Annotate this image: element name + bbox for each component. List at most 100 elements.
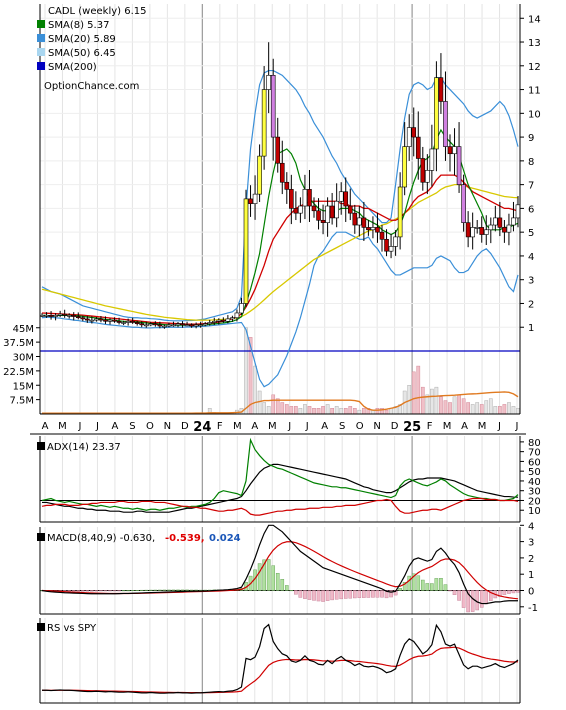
volume-bar — [316, 408, 321, 415]
macd-histogram-bar — [103, 590, 108, 592]
candle-body — [134, 322, 140, 324]
macd-histogram-bar — [194, 589, 198, 591]
macd-tick-label: 3 — [528, 538, 534, 549]
macd-histogram-bar — [117, 590, 121, 592]
volume-bar — [298, 408, 303, 415]
candle-body — [275, 136, 281, 164]
macd-histogram-bar — [339, 590, 344, 600]
candle-body — [75, 316, 81, 319]
chart-svg: A M J J A S O N D 24 F M A M J J A S O N D 25 F M A M J J1234567891… — [0, 0, 566, 706]
volume-tick-label: 37.5M — [3, 338, 34, 349]
x-tick-label: J — [497, 421, 501, 432]
x-tick-label: A — [321, 421, 328, 432]
volume-bar — [502, 404, 507, 415]
macd-histogram-bar — [71, 590, 76, 592]
macd-tick-label: 1 — [528, 570, 534, 581]
candle-body — [347, 205, 353, 214]
adx-tick-label: 30 — [528, 487, 541, 498]
macd-histogram-bar — [85, 590, 90, 592]
volume-bar — [434, 386, 439, 415]
x-tick-label: J — [95, 421, 99, 432]
macd-histogram-bar — [176, 589, 180, 591]
volume-bar — [470, 404, 475, 415]
candle-body — [302, 189, 308, 207]
candle-body — [207, 322, 213, 324]
candle-body — [352, 212, 358, 226]
candle-body — [298, 205, 303, 214]
macd-tick-label: 0 — [528, 587, 534, 598]
candle-body — [316, 210, 321, 221]
macd-histogram-bar — [430, 583, 434, 591]
candle-body — [116, 320, 122, 323]
macd-histogram-bar — [353, 590, 357, 599]
candle-body — [202, 323, 208, 326]
volume-bar — [420, 386, 425, 415]
candle-body — [166, 324, 172, 327]
price-tick-label: 5 — [528, 228, 534, 239]
candle-body — [438, 77, 444, 102]
volume-bar — [375, 408, 380, 415]
volume-bar — [330, 408, 334, 415]
adx-title: ADX(14) 23.37 — [47, 442, 121, 453]
volume-bar — [461, 398, 466, 415]
macd-histogram-bar — [144, 589, 149, 591]
price-tick-label: 8 — [528, 157, 534, 168]
sma200-legend: SMA(200) — [48, 62, 97, 73]
volume-bar — [334, 406, 339, 415]
volume-bar — [493, 406, 498, 415]
rs-title: RS vs SPY — [47, 623, 97, 634]
volume-tick-label: 22.5M — [3, 367, 34, 378]
sma8-swatch — [37, 20, 45, 28]
x-tick-label: F — [217, 421, 223, 432]
candle-body — [248, 198, 253, 204]
candle-body — [515, 204, 521, 219]
volume-bar — [475, 402, 480, 415]
candle-body — [511, 217, 516, 226]
candle-body — [39, 315, 45, 317]
volume-bar — [307, 406, 312, 415]
macd-histogram-bar — [343, 590, 348, 599]
candle-body — [216, 319, 222, 322]
candle-body — [225, 318, 231, 322]
macd-histogram-bar — [171, 589, 176, 591]
macd-histogram-bar — [516, 590, 520, 593]
x-tick-label: M — [58, 421, 67, 432]
x-tick-label: 24 — [193, 420, 211, 435]
macd-histogram-bar — [375, 590, 380, 598]
x-tick-label: A — [42, 421, 49, 432]
macd-histogram-bar — [130, 590, 135, 592]
volume-bar — [325, 404, 330, 415]
adx-legend: ADX(14) 23.37 — [37, 442, 121, 453]
macd-histogram-bar — [307, 590, 312, 600]
candle-body — [243, 198, 249, 304]
adx-tick-label: 70 — [528, 448, 541, 459]
macd-histogram-bar — [121, 590, 126, 592]
candle-body — [193, 324, 199, 327]
candle-body — [456, 146, 462, 185]
macd-histogram-bar — [289, 590, 294, 592]
macd-histogram-bar — [475, 590, 480, 611]
macd-histogram-bar — [298, 590, 303, 598]
macd-signal-value: -0.539, — [165, 533, 205, 544]
candle-body — [85, 318, 90, 321]
candle-body — [175, 323, 181, 326]
x-tick-label: S — [129, 421, 135, 432]
volume-bar — [289, 406, 294, 415]
volume-bar — [362, 408, 366, 415]
macd-histogram-bar — [108, 590, 112, 592]
volume-bar — [457, 394, 461, 415]
volume-bar — [339, 408, 344, 415]
price-tick-label: 3 — [528, 276, 534, 287]
candle-body — [157, 324, 163, 327]
macd-histogram-bar — [158, 589, 162, 591]
volume-bar — [357, 409, 362, 415]
candle-body — [270, 75, 276, 138]
macd-histogram-bar — [139, 589, 144, 591]
x-tick-label: J — [305, 421, 309, 432]
candle-body — [325, 205, 330, 223]
volume-bar — [384, 409, 389, 415]
macd-histogram-bar — [135, 590, 140, 591]
candle-body — [479, 227, 485, 235]
candle-body — [162, 325, 167, 328]
macd-histogram-bar — [94, 590, 99, 592]
